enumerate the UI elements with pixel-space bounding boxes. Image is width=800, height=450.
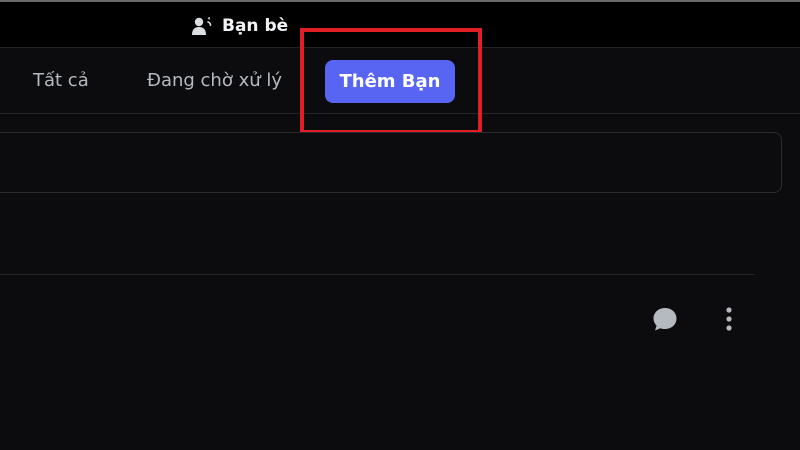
header-title-group: Bạn bè bbox=[190, 16, 288, 36]
person-wave-icon bbox=[190, 16, 212, 36]
tab-pending[interactable]: Đang chờ xử lý bbox=[147, 60, 282, 102]
page-title: Bạn bè bbox=[222, 16, 289, 36]
more-options-button[interactable] bbox=[712, 304, 746, 338]
section-divider bbox=[0, 274, 755, 275]
message-button[interactable] bbox=[648, 304, 682, 338]
message-bubble-icon bbox=[651, 305, 679, 337]
more-vertical-icon bbox=[724, 305, 734, 337]
friend-list-item[interactable] bbox=[0, 276, 800, 366]
search-box[interactable] bbox=[0, 132, 782, 193]
title-bar: Bạn bè bbox=[0, 0, 800, 48]
tab-all[interactable]: Tất cả bbox=[33, 60, 89, 102]
add-friend-button[interactable]: Thêm Bạn bbox=[325, 60, 455, 103]
friends-tab-bar: Tất cả Đang chờ xử lý Thêm Bạn bbox=[0, 48, 800, 114]
friends-page: Bạn bè Tất cả Đang chờ xử lý Thêm Bạn bbox=[0, 0, 800, 450]
